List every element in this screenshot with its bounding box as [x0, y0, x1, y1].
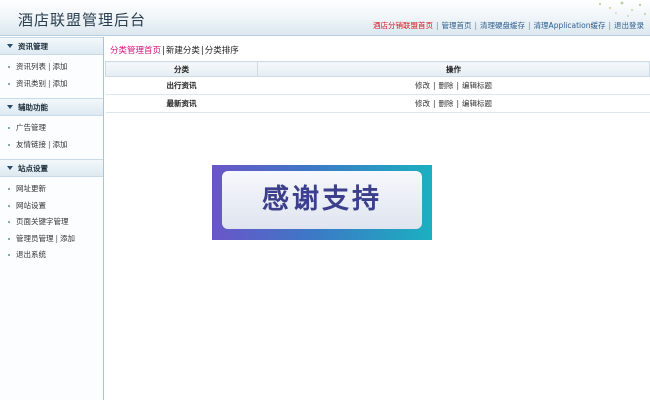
table-row: 出行资讯 修改 | 删除 | 编辑标题 — [105, 76, 650, 95]
bullet-icon — [8, 82, 10, 85]
bullet-icon — [8, 221, 10, 223]
delete-link[interactable]: 删除 — [439, 81, 454, 90]
category-name: 最新资讯 — [105, 94, 258, 113]
subnav-category-sort[interactable]: 分类排序 — [205, 46, 239, 56]
subnav-category-home[interactable]: 分类管理首页 — [110, 46, 161, 56]
sidebar-item-keywords: 页面关键字管理 — [0, 214, 103, 231]
table-row: 最新资讯 修改 | 删除 | 编辑标题 — [105, 94, 650, 113]
thanks-banner-text: 感谢支持 — [262, 184, 382, 215]
subnav-new-category[interactable]: 新建分类 — [166, 46, 200, 56]
row-actions: 修改 | 删除 | 编辑标题 — [257, 76, 650, 95]
sidebar-item-exit: 退出系统 — [0, 247, 103, 264]
link-admin-home[interactable]: 管理首页 — [442, 21, 472, 30]
main-content: 分类管理首页|新建分类|分类排序 分类 操作 出行资讯 修改 | 删除 | 编辑标题 最… — [105, 37, 650, 400]
bullet-icon — [8, 204, 10, 207]
bullet-icon — [8, 66, 10, 68]
delete-link[interactable]: 删除 — [439, 99, 454, 108]
bullet-icon — [8, 188, 10, 190]
link-clear-app-cache[interactable]: 清理Application缓存 — [534, 21, 606, 30]
row-actions: 修改 | 删除 | 编辑标题 — [257, 94, 650, 113]
edit-link[interactable]: 修改 — [415, 99, 430, 108]
category-name: 出行资讯 — [105, 76, 258, 95]
sidebar-item-site-settings: 网站设置 — [0, 198, 103, 215]
chevron-down-icon — [7, 166, 13, 170]
sidebar-item-admins: 管理员管理 | 添加 — [0, 231, 103, 248]
sidebar-item-news-list: 资讯列表 | 添加 — [0, 59, 103, 76]
sub-navigation: 分类管理首页|新建分类|分类排序 — [110, 46, 239, 56]
bullet-icon — [8, 254, 10, 256]
bullet-icon — [8, 127, 10, 129]
sidebar-item-friend-links: 友情链接 | 添加 — [0, 137, 103, 154]
thanks-banner-panel: 感谢支持 — [222, 171, 422, 229]
bullet-icon — [8, 237, 10, 240]
bullet-icon — [8, 143, 10, 146]
edit-title-link[interactable]: 编辑标题 — [462, 99, 492, 108]
sidebar-group-news[interactable]: 资讯管理 — [0, 37, 103, 55]
edit-link[interactable]: 修改 — [415, 81, 430, 90]
link-clear-disk-cache[interactable]: 清理硬盘缓存 — [480, 21, 525, 30]
header: 酒店联盟管理后台 酒店分销联盟首页 | 管理首页 | 清理硬盘缓存 | 清理Applicat… — [0, 0, 650, 36]
edit-title-link[interactable]: 编辑标题 — [462, 81, 492, 90]
column-header-actions: 操作 — [257, 61, 650, 77]
top-links: 酒店分销联盟首页 | 管理首页 | 清理硬盘缓存 | 清理Application缓存 | 退出登… — [372, 21, 644, 30]
sidebar-item-ads: 广告管理 — [0, 120, 103, 137]
sidebar-group-aux[interactable]: 辅助功能 — [0, 98, 103, 116]
column-header-category: 分类 — [105, 61, 258, 77]
app-title: 酒店联盟管理后台 — [18, 11, 147, 29]
category-table: 分类 操作 出行资讯 修改 | 删除 | 编辑标题 最新资讯 修改 | 删除 | 编辑标题 — [105, 61, 650, 113]
sidebar-item-url-update: 网址更新 — [0, 181, 103, 198]
chevron-down-icon — [7, 44, 13, 48]
link-alliance-home[interactable]: 酒店分销联盟首页 — [373, 21, 433, 30]
sidebar-group-site[interactable]: 站点设置 — [0, 159, 103, 177]
sidebar: 资讯管理 资讯列表 | 添加 资讯类别 | 添加 辅助功能 广告管理 友情链接 | 添加 站… — [0, 37, 104, 400]
sidebar-item-news-category: 资讯类别 | 添加 — [0, 76, 103, 93]
chevron-down-icon — [7, 105, 13, 109]
thanks-banner: 感谢支持 — [212, 165, 432, 240]
link-logout[interactable]: 退出登录 — [614, 21, 644, 30]
